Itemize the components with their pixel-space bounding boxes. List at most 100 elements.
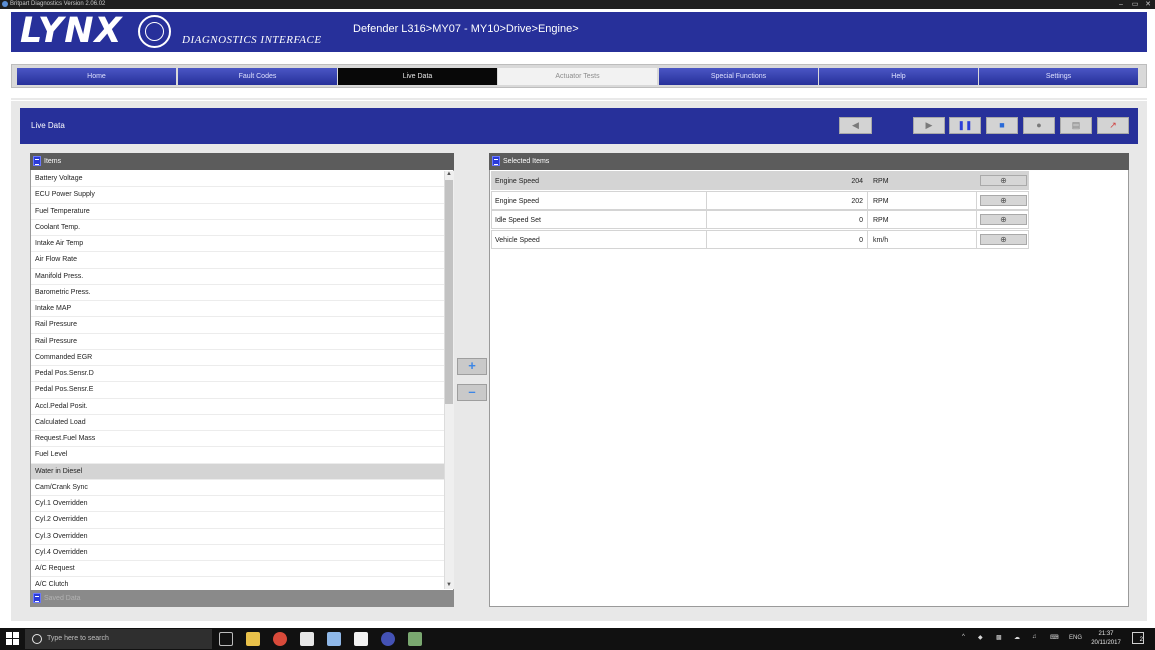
chevron-up-icon[interactable]: ^	[962, 634, 965, 640]
options-icon: ⊕	[1000, 176, 1007, 185]
file-explorer-icon[interactable]	[246, 632, 260, 646]
pause-button[interactable]: ❚❚	[949, 117, 981, 134]
keyboard-icon[interactable]: ⌨	[1050, 634, 1059, 641]
selected-item-unit: RPM	[867, 171, 977, 190]
selected-items-title: Selected Items	[503, 158, 550, 165]
network-icon[interactable]: ▩	[996, 634, 1002, 641]
clock-date: 20/11/2017	[1091, 640, 1121, 646]
minimize-button[interactable]: –	[1114, 0, 1128, 9]
item-row[interactable]: Cyl.1 Overridden	[31, 496, 444, 513]
item-row[interactable]: Cyl.4 Overridden	[31, 544, 444, 561]
item-row[interactable]: Fuel Temperature	[31, 203, 444, 220]
dropbox-icon[interactable]: ◆	[978, 634, 983, 641]
tab-special-functions[interactable]: Special Functions	[659, 68, 818, 85]
item-row[interactable]: Pedal Pos.Sensr.D	[31, 366, 444, 383]
taskbar-clock[interactable]: 21:37 20/11/2017	[1087, 630, 1125, 648]
clock-time: 21:37	[1098, 631, 1114, 637]
options-icon: ⊕	[1000, 234, 1007, 244]
taskbar-search-input[interactable]: Type here to search	[25, 629, 212, 649]
options-button[interactable]: ⊕	[980, 214, 1027, 225]
item-row[interactable]: Intake MAP	[31, 301, 444, 318]
options-button[interactable]: ⊕	[980, 194, 1027, 206]
header-banner	[11, 12, 1147, 52]
item-row[interactable]: Air Flow Rate	[31, 252, 444, 269]
language-indicator[interactable]: ENG	[1069, 635, 1082, 641]
notification-icon[interactable]: 2	[1132, 632, 1144, 644]
tab-settings[interactable]: Settings	[979, 68, 1138, 85]
item-row[interactable]: Fuel Level	[31, 447, 444, 464]
selected-item-name: Vehicle Speed	[491, 229, 707, 249]
item-row[interactable]: A/C Request	[31, 561, 444, 578]
task-view-icon[interactable]	[219, 632, 233, 646]
item-row[interactable]: Coolant Temp.	[31, 219, 444, 236]
nav-divider	[11, 90, 1147, 100]
item-row[interactable]: Cam/Crank Sync	[31, 479, 444, 496]
record-button[interactable]: ●	[1023, 117, 1055, 134]
tab-actuator-tests[interactable]: Actuator Tests	[498, 68, 657, 85]
options-button[interactable]: ⊕	[980, 175, 1027, 186]
item-row[interactable]: ECU Power Supply	[31, 187, 444, 204]
item-row[interactable]: A/C Clutch	[31, 577, 444, 589]
tab-home[interactable]: Home	[17, 68, 176, 85]
notepad-icon[interactable]	[327, 632, 341, 646]
add-item-button[interactable]: +	[457, 358, 487, 375]
tab-fault-codes[interactable]: Fault Codes	[178, 68, 337, 85]
play-button[interactable]: ▶	[913, 117, 945, 134]
list-icon	[33, 156, 41, 166]
item-row[interactable]: Cyl.2 Overridden	[31, 512, 444, 529]
item-row[interactable]: Water in Diesel	[31, 463, 444, 480]
selected-item-name: Engine Speed	[491, 190, 707, 210]
selected-item-action: ⊕	[976, 171, 1029, 190]
items-title: Items	[44, 158, 62, 165]
item-row[interactable]: Intake Air Temp	[31, 236, 444, 253]
options-icon: ⊕	[1000, 215, 1007, 224]
item-row[interactable]: Rail Pressure	[31, 333, 444, 350]
item-row[interactable]: Cyl.3 Overridden	[31, 528, 444, 545]
tab-live-data[interactable]: Live Data	[338, 68, 497, 85]
item-row[interactable]: Rail Pressure	[31, 317, 444, 334]
selected-item-unit: RPM	[867, 190, 977, 210]
graph-icon: ↗	[1109, 120, 1117, 130]
scroll-up-icon[interactable]: ▲	[445, 171, 453, 177]
report-icon: ▤	[1071, 120, 1081, 130]
remove-item-button[interactable]: –	[457, 384, 487, 401]
lynx-app-icon[interactable]	[381, 632, 395, 646]
saved-data-bar[interactable]: Saved Data	[30, 590, 454, 607]
scroll-down-icon[interactable]: ▼	[445, 582, 453, 588]
app-icon-extra[interactable]	[408, 632, 422, 646]
options-button[interactable]: ⊕	[980, 233, 1027, 245]
stop-button[interactable]: ■	[986, 117, 1018, 134]
play-icon: ▶	[925, 120, 933, 130]
stop-icon: ■	[999, 120, 1005, 130]
selected-items-title-bar: Selected Items	[489, 153, 1129, 170]
store-icon[interactable]	[300, 632, 314, 646]
chrome-icon[interactable]	[273, 632, 287, 646]
report-button[interactable]: ▤	[1060, 117, 1092, 134]
back-button[interactable]: ◀	[839, 117, 872, 134]
item-row[interactable]: Calculated Load	[31, 414, 444, 431]
item-row[interactable]: Commanded EGR	[31, 349, 444, 366]
cloud-icon[interactable]: ☁	[1014, 634, 1020, 641]
item-row[interactable]: Battery Voltage	[31, 171, 444, 188]
item-row[interactable]: Accl.Pedal Posit.	[31, 398, 444, 415]
close-button[interactable]: ✕	[1141, 0, 1155, 9]
graph-button[interactable]: ↗	[1097, 117, 1129, 134]
item-row[interactable]: Barometric Press.	[31, 284, 444, 301]
saved-data-label: Saved Data	[44, 595, 81, 602]
mail-icon[interactable]	[354, 632, 368, 646]
tab-help[interactable]: Help	[819, 68, 978, 85]
maximize-button[interactable]: ▭	[1128, 0, 1142, 9]
window-title: Britpart Diagnostics Version 2.06.02	[10, 1, 106, 7]
list-icon	[492, 156, 500, 166]
items-scroll-thumb[interactable]	[445, 180, 453, 404]
item-row[interactable]: Manifold Press.	[31, 268, 444, 285]
lynx-emblem-icon	[138, 15, 171, 48]
selected-item-value: 0	[706, 229, 868, 249]
lynx-logo: LYNX	[20, 11, 123, 51]
windows-start-icon[interactable]	[6, 632, 20, 646]
selected-item-action: ⊕	[976, 229, 1029, 249]
item-row[interactable]: Pedal Pos.Sensr.E	[31, 382, 444, 399]
volume-icon[interactable]: ♫	[1032, 634, 1037, 640]
items-list[interactable]: Battery Voltage ECU Power Supply Fuel Temp…	[31, 171, 444, 589]
item-row[interactable]: Request.Fuel Mass	[31, 431, 444, 448]
